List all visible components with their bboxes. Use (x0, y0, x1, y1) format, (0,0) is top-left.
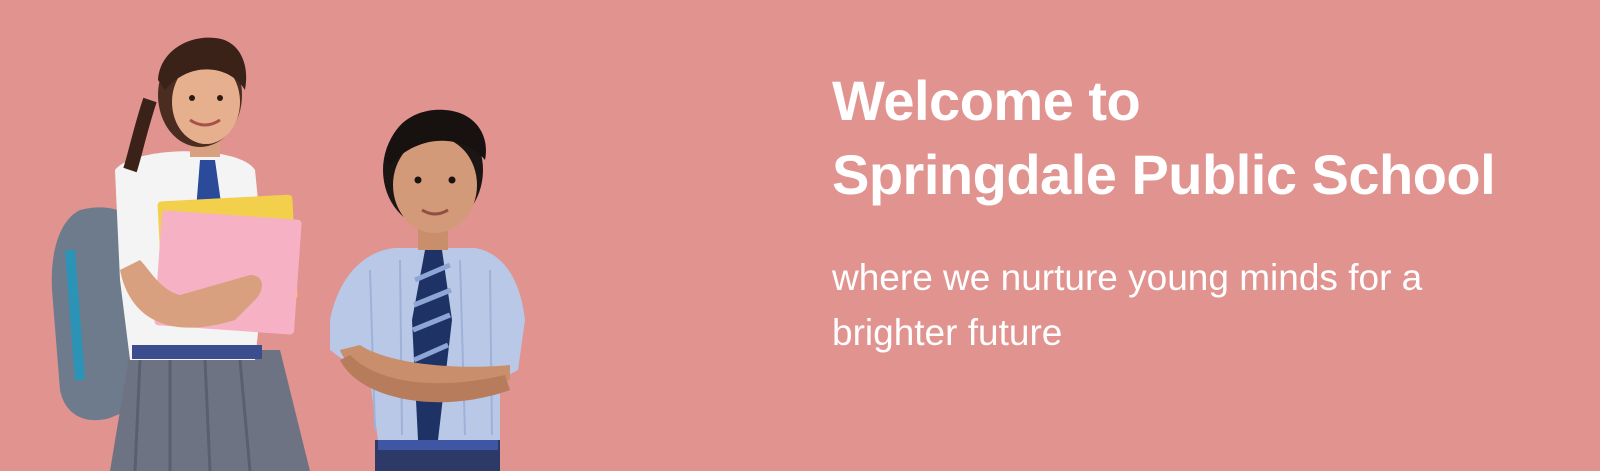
tagline: where we nurture young minds for a brigh… (832, 257, 1423, 353)
boy-student-figure (330, 109, 525, 471)
girl-student-figure (51, 37, 310, 471)
students-image (40, 20, 560, 471)
welcome-text-block: Welcome to Springdale Public School wher… (832, 64, 1572, 360)
title-line-1: Welcome to (832, 69, 1141, 132)
title-line-2: Springdale Public School (832, 143, 1496, 206)
page-title: Welcome to Springdale Public School (832, 64, 1572, 212)
hero-banner: Welcome to Springdale Public School wher… (0, 0, 1600, 471)
